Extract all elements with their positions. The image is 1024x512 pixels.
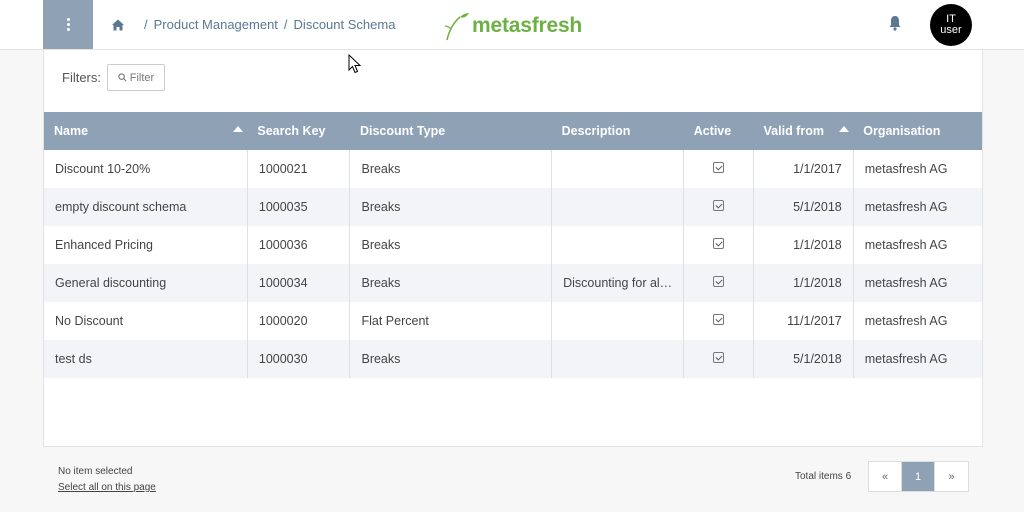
breadcrumb-separator: / [283,17,288,32]
table-row[interactable]: Discount 10-20% 1000021 Breaks 1/1/2017 … [44,150,982,188]
menu-button[interactable] [43,0,93,49]
cell-search-key: 1000036 [247,226,351,264]
cell-valid-from: 1/1/2018 [753,226,854,264]
checkbox-checked-icon [713,162,725,173]
cell-name: General discounting [44,264,248,302]
cell-organisation: metasfresh AG [864,162,948,176]
filters-bar: Filters: Filter [62,64,165,91]
cell-organisation: metasfresh AG [864,238,948,252]
cell-valid-from: 1/1/2017 [753,150,854,188]
column-header-active[interactable]: Active [684,112,754,150]
table-row[interactable]: test ds 1000030 Breaks 5/1/2018 metasfre… [44,340,982,378]
cell-name: Discount 10-20% [44,150,248,188]
breadcrumb-separator: / [144,17,148,32]
cell-active [683,150,755,188]
home-icon[interactable] [110,17,126,33]
cell-valid-from: 5/1/2018 [753,188,854,226]
cell-search-key: 1000035 [247,188,351,226]
cell-valid-from: 1/1/2018 [753,264,854,302]
sort-asc-icon [233,126,244,132]
cell-name: No Discount [44,302,248,340]
mouse-cursor-icon [348,54,362,74]
table-header-row: Name Search Key Discount Type Descriptio… [44,112,982,150]
cell-search-key: 1000034 [247,264,351,302]
breadcrumb: / Product Management / Discount Schema [144,17,395,32]
cell-valid-from: 5/1/2018 [753,340,854,378]
table-row[interactable]: Enhanced Pricing 1000036 Breaks 1/1/2018… [44,226,982,264]
checkbox-checked-icon [713,352,725,363]
column-header-organisation[interactable]: Organisation [853,112,982,150]
checkbox-checked-icon [713,314,725,325]
cell-name: Enhanced Pricing [44,226,248,264]
cell-description: Discounting for al… [551,264,685,302]
cell-discount-type: Breaks [349,150,553,188]
discount-schema-table: Name Search Key Discount Type Descriptio… [44,112,982,378]
cell-description [551,226,685,264]
table-row[interactable]: No Discount 1000020 Flat Percent 11/1/20… [44,302,982,340]
table-row[interactable]: General discounting 1000034 Breaks Disco… [44,264,982,302]
breadcrumb-discount-schema[interactable]: Discount Schema [294,17,396,32]
pager-next-button[interactable]: » [935,462,968,491]
logo: metasfresh [444,10,582,42]
cell-discount-type: Breaks [349,264,553,302]
cell-description [551,188,685,226]
avatar-line2: user [940,24,962,36]
checkbox-checked-icon [713,238,725,249]
cell-description [551,340,685,378]
pager-page-button[interactable]: 1 [902,462,935,491]
cell-organisation: metasfresh AG [864,314,948,328]
cell-active [683,264,755,302]
cell-search-key: 1000021 [247,150,351,188]
selection-info: No item selected Select all on this page [58,464,156,496]
cell-search-key: 1000020 [247,302,351,340]
cell-name: test ds [44,340,248,378]
pager-prev-button[interactable]: « [869,462,902,491]
cell-discount-type: Flat Percent [349,302,553,340]
cell-description [551,150,685,188]
checkbox-checked-icon [713,276,725,287]
cell-active [683,226,755,264]
cell-description [551,302,685,340]
grid-panel: Filters: Filter Name Search Key Discount… [43,50,983,447]
column-header-search-key[interactable]: Search Key [247,112,350,150]
checkbox-checked-icon [713,200,725,211]
user-avatar[interactable]: IT user [930,4,972,46]
selection-status: No item selected [58,466,133,477]
sort-asc-icon [839,126,850,132]
column-header-valid-from[interactable]: Valid from [754,112,854,150]
cell-active [683,302,755,340]
search-icon [118,73,127,82]
menu-dots-icon [66,18,70,31]
column-header-discount-type[interactable]: Discount Type [350,112,552,150]
column-header-description[interactable]: Description [552,112,684,150]
table-row[interactable]: empty discount schema 1000035 Breaks 5/1… [44,188,982,226]
breadcrumb-product-management[interactable]: Product Management [154,17,278,32]
select-all-link[interactable]: Select all on this page [58,480,156,496]
bell-icon[interactable] [888,15,902,31]
column-header-name[interactable]: Name [44,112,247,150]
total-items: Total items 6 [795,471,852,482]
cell-name: empty discount schema [44,188,248,226]
cell-active [683,188,755,226]
top-bar: / Product Management / Discount Schema m… [0,0,1024,50]
pagination: « 1 » [868,461,969,492]
cell-organisation: metasfresh AG [864,276,948,290]
filter-button[interactable]: Filter [107,64,165,91]
logo-sprout-icon [444,13,469,41]
cell-discount-type: Breaks [349,340,553,378]
cell-valid-from: 11/1/2017 [753,302,854,340]
cell-organisation: metasfresh AG [864,200,948,214]
cell-active [683,340,755,378]
cell-discount-type: Breaks [349,226,553,264]
logo-text: metasfresh [472,14,583,37]
cell-search-key: 1000030 [247,340,351,378]
cell-organisation: metasfresh AG [864,352,948,366]
filter-button-label: Filter [129,71,155,84]
filters-label: Filters: [62,70,101,85]
cell-discount-type: Breaks [349,188,553,226]
